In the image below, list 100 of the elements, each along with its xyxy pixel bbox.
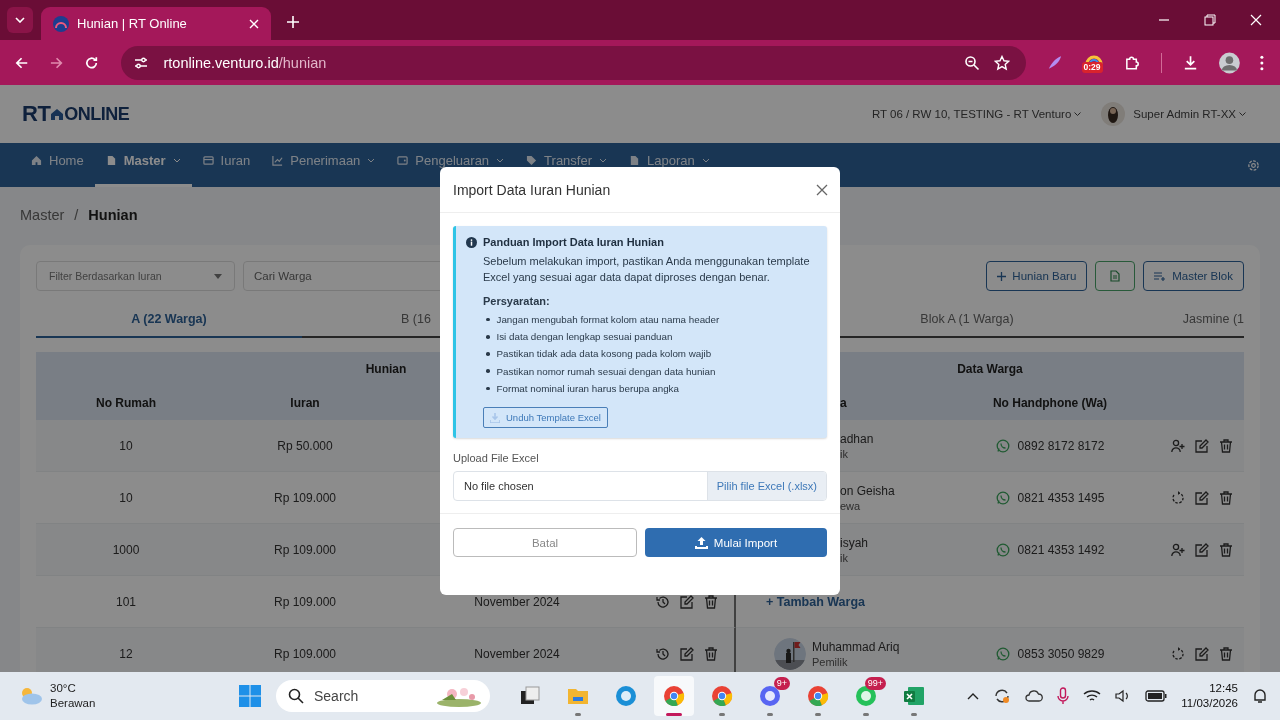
discord-logo-icon (759, 685, 781, 707)
cancel-button[interactable]: Batal (453, 528, 637, 557)
nav-item[interactable]: Laporan (618, 143, 721, 187)
bullet-icon (486, 317, 490, 322)
start-icon[interactable] (238, 684, 262, 708)
table-cell: Rp 50.000 (216, 420, 394, 472)
table-cell: Rp 109.000 (216, 524, 394, 576)
sync-icon[interactable] (993, 687, 1012, 705)
download-icon (490, 412, 500, 423)
whatsapp-icon[interactable] (995, 490, 1010, 505)
notification-icon[interactable] (1252, 688, 1268, 704)
tab-list-button[interactable] (7, 7, 33, 33)
chrome-app-icon[interactable] (654, 676, 694, 716)
resident-name: Muhammad Ariq (812, 639, 900, 654)
card-icon (202, 155, 214, 166)
location-selector[interactable]: RT 06 / RW 10, TESTING - RT Venturo (871, 108, 1094, 120)
star-icon[interactable] (994, 54, 1011, 71)
requirement-item: Pastikan nomor rumah sesuai dengan data hunian (496, 364, 716, 379)
user-avatar[interactable] (1101, 102, 1126, 126)
bullet-icon (486, 335, 490, 339)
whatsapp-logo-icon (855, 685, 877, 707)
menu-icon[interactable] (1260, 54, 1264, 71)
column-header: Iuran (216, 386, 394, 420)
bullet-icon (486, 369, 490, 373)
settings-icon[interactable] (1247, 158, 1260, 172)
breadcrumb-current: Hunian (88, 207, 138, 225)
add-person-icon[interactable] (1171, 438, 1185, 453)
temperature: 30°C (50, 681, 77, 696)
caret-icon (1074, 111, 1082, 117)
nav-item[interactable]: Master (94, 143, 192, 187)
nav-item[interactable]: Home (20, 143, 95, 187)
resident-name: adhan (840, 431, 874, 446)
resident-role: Pemilik (812, 655, 849, 668)
resident-name: on Geisha (840, 483, 895, 498)
bullet-icon (486, 352, 490, 356)
restore-icon[interactable] (1171, 490, 1185, 505)
plus-icon (997, 271, 1007, 281)
wallet-icon (397, 155, 409, 166)
reload-icon[interactable] (84, 54, 100, 71)
search-icon (288, 688, 304, 704)
address-bar[interactable]: rtonline.venturo.id/hunian (121, 45, 1027, 80)
phone-number: 0821 4353 1495 (1017, 490, 1105, 505)
add-button[interactable]: Hunian Baru (986, 261, 1088, 291)
field-label: Upload File Excel (453, 452, 540, 464)
requirements-title: Persyaratan: (483, 295, 551, 307)
nav-item[interactable]: Iuran (191, 143, 262, 187)
column-header: No Handphone (Wa) (940, 386, 1160, 420)
user-menu[interactable]: Super Admin RT-XX (1133, 108, 1258, 120)
wifi-icon[interactable] (1083, 689, 1102, 703)
phone-number: 0821 4353 1492 (1017, 542, 1105, 557)
add-person-icon[interactable] (1171, 542, 1185, 557)
filter-dropdown[interactable]: Filter Berdasarkan Iuran (36, 261, 235, 291)
upload-icon (694, 536, 708, 549)
list-add-icon (1154, 271, 1167, 281)
microphone-icon[interactable] (1057, 687, 1070, 705)
resident-role: ewa (840, 499, 861, 512)
restore-icon[interactable] (1204, 14, 1216, 26)
download-template-button[interactable]: Unduh Template Excel (483, 407, 608, 428)
caret-icon (1239, 111, 1246, 117)
tab[interactable]: Jasmine (1 (1100, 302, 1244, 338)
start-import-button[interactable]: Mulai Import (645, 528, 827, 557)
caret-icon (15, 17, 25, 23)
requirement-item: Jangan mengubah format kolom atau nama header (496, 313, 720, 327)
phone-number: 0853 3050 9829 (1017, 646, 1105, 661)
edit-icon[interactable] (680, 594, 694, 609)
master-block-button[interactable]: Master Blok (1143, 261, 1244, 291)
table-cell: November 2024 (394, 628, 640, 672)
nav-item[interactable]: Penerimaan (261, 143, 387, 187)
document-icon (105, 155, 117, 166)
close-icon[interactable] (816, 183, 828, 196)
notification-badge: 99+ (864, 677, 886, 690)
table-cell: Rp 109.000 (216, 628, 394, 672)
guide-title: Panduan Import Data Iuran Hunian (483, 236, 664, 248)
delete-icon[interactable] (704, 594, 718, 609)
browser-tab[interactable]: Hunian | RT Online (41, 7, 271, 40)
url-text: rtonline.venturo.id/hunian (163, 54, 327, 71)
file-input[interactable]: No file chosen Pilih file Excel (.xlsx) (453, 471, 827, 501)
resident-name: isyah (840, 535, 868, 550)
resident-role: ik (840, 447, 848, 460)
timer-badge: 0:29 (1081, 61, 1103, 73)
taskbar-search-field[interactable]: Search (276, 680, 490, 712)
tab[interactable]: A (22 Warga) (36, 302, 302, 338)
zoom-icon[interactable] (964, 54, 981, 71)
history-icon[interactable] (656, 594, 670, 609)
edge-logo-icon (615, 685, 637, 707)
battery-icon[interactable] (1145, 690, 1168, 702)
spreadsheet-icon (1110, 270, 1121, 282)
app-logo[interactable]: RT ONLINE (22, 101, 130, 127)
chevron-up-icon[interactable] (967, 692, 980, 700)
column-header: No Rumah (36, 386, 216, 420)
extension-button[interactable]: 0:29 (1083, 51, 1105, 74)
table-cell: 12 (36, 628, 216, 672)
new-tab-icon[interactable] (287, 16, 299, 28)
add-resident-link[interactable]: + Tambah Warga (766, 594, 865, 609)
clock-date: 11/03/2026 (1181, 696, 1238, 711)
restore-icon[interactable] (1171, 646, 1185, 661)
chart-icon (272, 155, 284, 166)
cloud-icon[interactable] (1025, 689, 1044, 703)
breadcrumb-link[interactable]: Master (20, 207, 65, 225)
profile-avatar[interactable] (1219, 51, 1241, 74)
